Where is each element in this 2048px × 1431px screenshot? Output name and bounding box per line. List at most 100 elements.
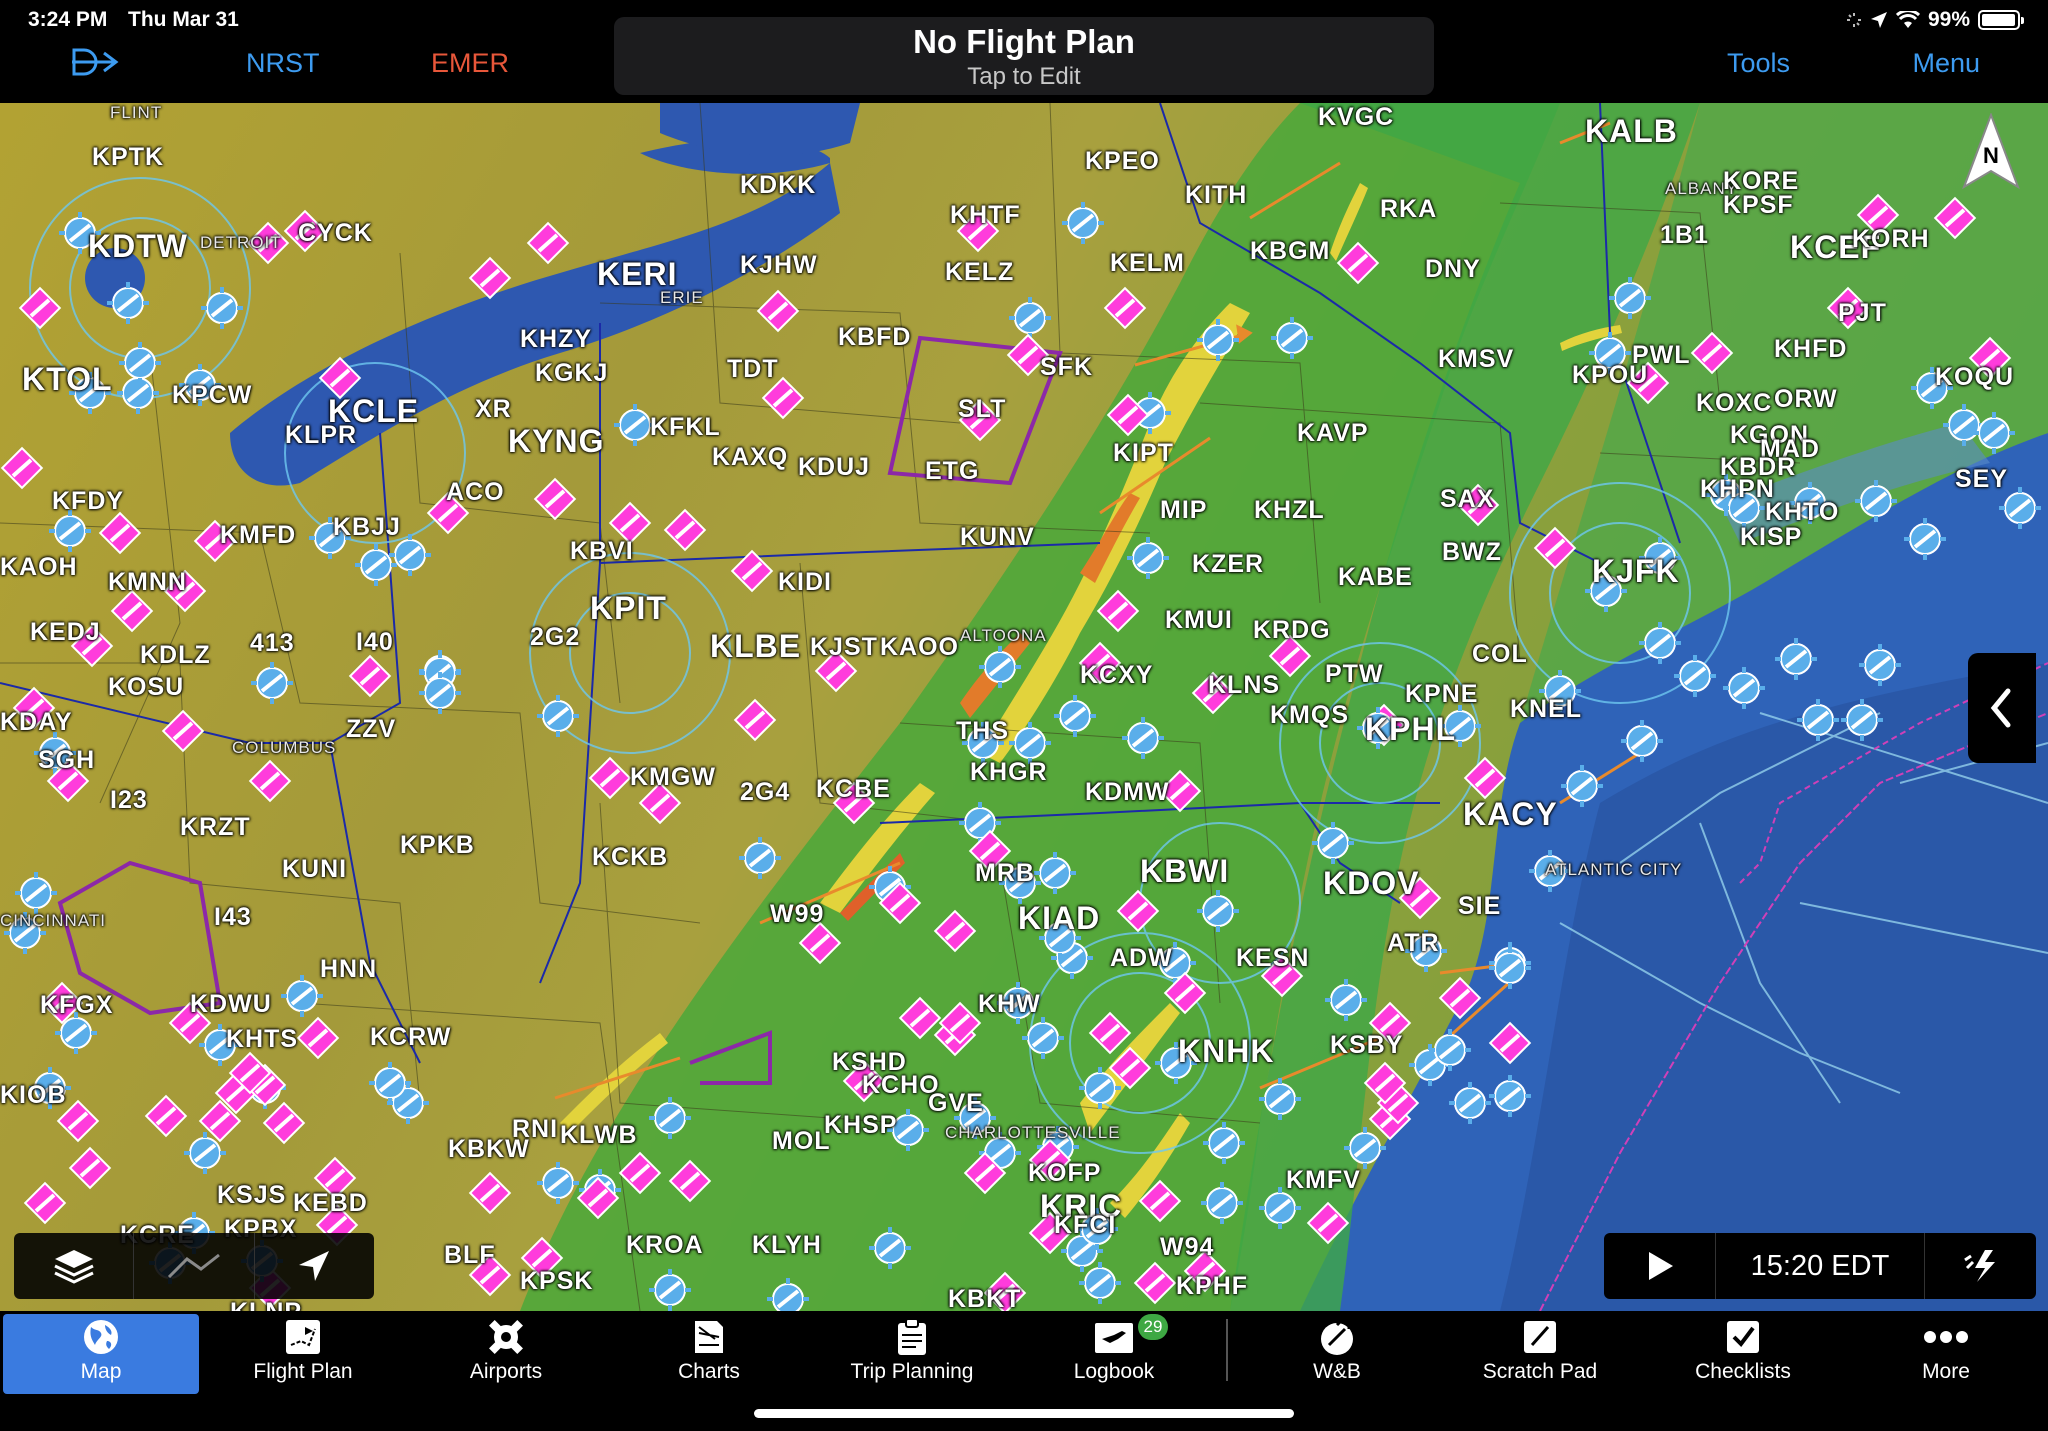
non-towered-airport-icon[interactable]	[1163, 971, 1207, 1015]
waypoint-label[interactable]: KSJS	[217, 1181, 286, 1210]
non-towered-airport-icon[interactable]	[933, 909, 977, 953]
towered-airport-icon[interactable]	[183, 1131, 227, 1175]
towered-airport-icon[interactable]	[1121, 716, 1165, 760]
towered-airport-icon[interactable]	[1343, 1126, 1387, 1170]
towered-airport-icon[interactable]	[1722, 666, 1766, 710]
towered-airport-icon[interactable]	[1196, 889, 1240, 933]
non-towered-airport-icon[interactable]	[618, 1151, 662, 1195]
non-towered-airport-icon[interactable]	[730, 549, 774, 593]
airport-label[interactable]: KYNG	[508, 423, 604, 460]
waypoint-label[interactable]: MOL	[772, 1127, 831, 1156]
towered-airport-icon[interactable]	[648, 1268, 692, 1311]
waypoint-label[interactable]: KUNI	[282, 855, 347, 884]
towered-airport-icon[interactable]	[1858, 643, 1902, 687]
non-towered-airport-icon[interactable]	[526, 221, 570, 265]
waypoint-label[interactable]: KDKK	[740, 171, 816, 200]
profile-view-button[interactable]	[134, 1233, 255, 1299]
non-towered-airport-icon[interactable]	[576, 1176, 620, 1220]
towered-airport-icon[interactable]	[738, 836, 782, 880]
towered-airport-icon[interactable]	[368, 1061, 412, 1105]
non-towered-airport-icon[interactable]	[1306, 1201, 1350, 1245]
waypoint-label[interactable]: ZZV	[346, 715, 396, 744]
waypoint-label[interactable]: KFDY	[52, 487, 124, 516]
waypoint-label[interactable]: BLF	[444, 1241, 496, 1270]
waypoint-label[interactable]: KABE	[1338, 563, 1413, 592]
waypoint-label[interactable]: KBJJ	[333, 513, 401, 542]
waypoint-label[interactable]: KDUJ	[798, 453, 870, 482]
non-towered-airport-icon[interactable]	[1138, 1179, 1182, 1223]
towered-airport-icon[interactable]	[1488, 1074, 1532, 1118]
non-towered-airport-icon[interactable]	[144, 1094, 188, 1138]
waypoint-label[interactable]: KDMW	[1085, 778, 1170, 807]
waypoint-label[interactable]: KPSK	[520, 1267, 593, 1296]
waypoint-label[interactable]: KEBD	[293, 1189, 368, 1218]
towered-airport-icon[interactable]	[536, 1161, 580, 1205]
waypoint-label[interactable]: KORH	[1852, 225, 1930, 254]
waypoint-label[interactable]: SIE	[1458, 892, 1501, 921]
towered-airport-icon[interactable]	[14, 871, 58, 915]
waypoint-label[interactable]: KFGX	[40, 991, 113, 1020]
waypoint-label[interactable]: CYCK	[298, 219, 373, 248]
airport-label[interactable]: KLBE	[710, 628, 801, 665]
waypoint-label[interactable]: ADW	[1110, 944, 1173, 973]
waypoint-label[interactable]: KFKL	[650, 413, 721, 442]
towered-airport-icon[interactable]	[1840, 698, 1884, 742]
airport-label[interactable]: KBWI	[1140, 853, 1229, 890]
non-towered-airport-icon[interactable]	[98, 511, 142, 555]
towered-airport-icon[interactable]	[1560, 764, 1604, 808]
waypoint-label[interactable]: KOXC	[1696, 389, 1772, 418]
waypoint-label[interactable]: KFCI	[1054, 1211, 1116, 1240]
towered-airport-icon[interactable]	[1033, 851, 1077, 895]
non-towered-airport-icon[interactable]	[262, 1101, 306, 1145]
airport-label[interactable]: KDOV	[1323, 865, 1419, 902]
towered-airport-icon[interactable]	[418, 671, 462, 715]
non-towered-airport-icon[interactable]	[1133, 1261, 1177, 1305]
towered-airport-icon[interactable]	[1202, 1121, 1246, 1165]
waypoint-label[interactable]: KCBE	[816, 775, 891, 804]
waypoint-label[interactable]: XR	[475, 395, 512, 424]
non-towered-airport-icon[interactable]	[296, 1016, 340, 1060]
waypoint-label[interactable]: SEY	[1955, 465, 2008, 494]
waypoint-label[interactable]: KCXY	[1080, 661, 1153, 690]
non-towered-airport-icon[interactable]	[1336, 241, 1380, 285]
airport-label[interactable]: KJFK	[1592, 553, 1680, 590]
waypoint-label[interactable]: KEDJ	[30, 618, 101, 647]
waypoint-label[interactable]: KHZY	[520, 325, 592, 354]
waypoint-label[interactable]: W94	[1160, 1233, 1214, 1262]
towered-airport-icon[interactable]	[118, 341, 162, 385]
waypoint-label[interactable]: KNEL	[1510, 695, 1582, 724]
towered-airport-icon[interactable]	[200, 286, 244, 330]
towered-airport-icon[interactable]	[1324, 978, 1368, 1022]
towered-airport-icon[interactable]	[1620, 719, 1664, 763]
waypoint-label[interactable]: KLPR	[285, 421, 357, 450]
waypoint-label[interactable]: KMUI	[1165, 606, 1233, 635]
waypoint-label[interactable]: KAXQ	[712, 443, 788, 472]
waypoint-label[interactable]: KIDI	[778, 568, 832, 597]
waypoint-label[interactable]: 413	[250, 629, 295, 658]
waypoint-label[interactable]: KPSF	[1723, 191, 1794, 220]
non-towered-airport-icon[interactable]	[23, 1181, 67, 1225]
waypoint-label[interactable]: KAOH	[0, 553, 78, 582]
non-towered-airport-icon[interactable]	[668, 1159, 712, 1203]
menu-button[interactable]: Menu	[1912, 48, 1980, 79]
waypoint-label[interactable]: KAOO	[880, 633, 959, 662]
waypoint-label[interactable]: KLYH	[752, 1231, 822, 1260]
airport-label[interactable]: KALB	[1585, 113, 1678, 150]
waypoint-label[interactable]: KHPN	[1700, 475, 1775, 504]
waypoint-label[interactable]: KBKT	[948, 1285, 1021, 1311]
towered-airport-icon[interactable]	[1608, 276, 1652, 320]
waypoint-label[interactable]: KCKB	[592, 843, 668, 872]
airport-label[interactable]: KPHL	[1365, 711, 1456, 748]
waypoint-label[interactable]: KAVP	[1297, 419, 1369, 448]
non-towered-airport-icon[interactable]	[1106, 393, 1150, 437]
waypoint-label[interactable]: KBFD	[838, 323, 911, 352]
towered-airport-icon[interactable]	[1673, 654, 1717, 698]
waypoint-label[interactable]: KPHF	[1176, 1272, 1248, 1301]
non-towered-airport-icon[interactable]	[1116, 889, 1160, 933]
waypoint-label[interactable]: GVE	[928, 1089, 984, 1118]
layers-button[interactable]	[14, 1233, 135, 1299]
non-towered-airport-icon[interactable]	[228, 1051, 272, 1095]
waypoint-label[interactable]: SGH	[38, 746, 95, 775]
waypoint-label[interactable]: KLNP	[230, 1298, 302, 1311]
side-drawer-tab[interactable]	[1968, 653, 2036, 763]
